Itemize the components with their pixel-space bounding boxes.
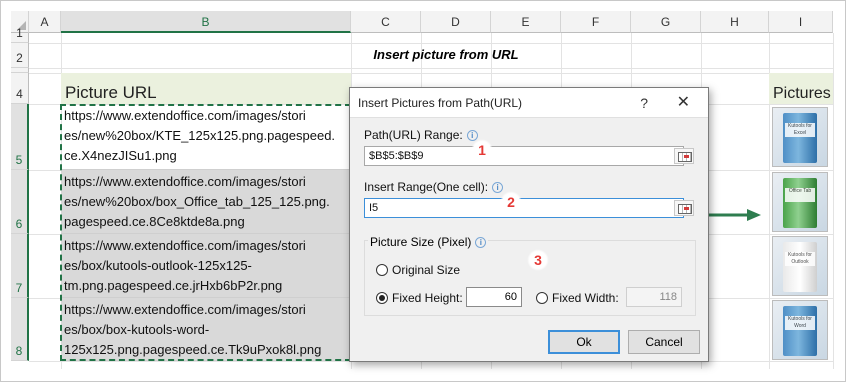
path-range-label-text: Path(URL) Range:	[364, 128, 463, 142]
close-button[interactable]: ✕	[677, 88, 690, 118]
fixed-width-input[interactable]: 118	[626, 287, 682, 307]
column-header-g[interactable]: G	[631, 11, 701, 33]
url-line: 125x125.png.pagespeed.ce.Tk9uPxok8l.png	[64, 342, 322, 357]
product-label: Kutools for Outlook	[785, 252, 815, 266]
row-header-7[interactable]: 7	[11, 234, 29, 298]
gridline	[29, 68, 833, 69]
url-cell-b6[interactable]: https://www.extendoffice.com/images/stor…	[61, 170, 350, 234]
url-line: es/new%20box/KTE_125x125.png.pagespeed.	[64, 128, 336, 143]
info-icon[interactable]: i	[475, 237, 487, 248]
original-size-label[interactable]: Original Size	[392, 263, 460, 277]
path-range-label: Path(URL) Range: i	[364, 128, 478, 142]
product-box-image: Kutools for Excel	[783, 113, 817, 163]
info-icon[interactable]: i	[492, 182, 504, 193]
url-cell-b5[interactable]: https://www.extendoffice.com/images/stor…	[61, 104, 350, 170]
fixed-width-label[interactable]: Fixed Width:	[552, 291, 619, 305]
url-line: https://www.extendoffice.com/images/stor…	[64, 108, 306, 123]
column-header-h[interactable]: H	[701, 11, 769, 33]
picture-kutools-word[interactable]: Kutools for Word	[772, 300, 828, 360]
url-line: https://www.extendoffice.com/images/stor…	[64, 302, 306, 317]
arrow-right-icon	[709, 209, 761, 221]
product-label: Kutools for Excel	[785, 123, 815, 137]
cancel-button[interactable]: Cancel	[628, 330, 700, 354]
dialog-titlebar[interactable]: Insert Pictures from Path(URL) ? ✕	[350, 88, 708, 118]
url-line: https://www.extendoffice.com/images/stor…	[64, 174, 306, 189]
picture-size-label-text: Picture Size (Pixel)	[370, 235, 472, 249]
product-label: Office Tab	[785, 188, 815, 202]
sheet-title: Insert picture from URL	[373, 47, 519, 62]
step-badge-1: 1	[471, 139, 493, 161]
help-button[interactable]: ?	[640, 88, 648, 118]
product-box-image: Kutools for Outlook	[783, 242, 817, 292]
column-header-f[interactable]: F	[561, 11, 631, 33]
picture-office-tab[interactable]: Office Tab	[772, 172, 828, 232]
url-line: es/new%20box/box_Office_tab_125_125.png.	[64, 194, 330, 209]
row-header-4[interactable]: 4	[11, 73, 29, 104]
fixed-height-radio[interactable]	[376, 292, 388, 304]
spreadsheet: A B C D E F G H I 1 2 3 4 5 6 7 8 Insert…	[0, 0, 846, 382]
pictures-header[interactable]: Pictures	[769, 73, 833, 104]
original-size-radio[interactable]	[376, 264, 388, 276]
ok-button[interactable]: Ok	[548, 330, 620, 354]
product-label: Kutools for Word	[785, 316, 815, 330]
insert-range-label: Insert Range(One cell): i	[364, 180, 504, 194]
column-header-e[interactable]: E	[491, 11, 561, 33]
column-header-i[interactable]: I	[769, 11, 833, 33]
range-select-icon[interactable]	[674, 148, 694, 164]
fixed-width-radio[interactable]	[536, 292, 548, 304]
step-badge-2: 2	[500, 191, 522, 213]
insert-range-label-text: Insert Range(One cell):	[364, 180, 489, 194]
gridline	[29, 43, 833, 44]
url-line: ce.X4nezJISu1.png	[64, 148, 177, 163]
url-cell-b8[interactable]: https://www.extendoffice.com/images/stor…	[61, 298, 350, 361]
picture-kutools-excel[interactable]: Kutools for Excel	[772, 107, 828, 167]
row-header-2[interactable]: 2	[11, 43, 29, 68]
url-line: tm.png.pagespeed.ce.jrHxb6bP2r.png	[64, 278, 283, 293]
insert-pictures-dialog: Insert Pictures from Path(URL) ? ✕ Path(…	[349, 87, 709, 362]
fixed-height-label[interactable]: Fixed Height:	[392, 291, 463, 305]
product-box-image: Kutools for Word	[783, 306, 817, 356]
insert-range-input[interactable]: I5	[364, 198, 684, 218]
product-box-image: Office Tab	[783, 178, 817, 228]
column-header-a[interactable]: A	[29, 11, 61, 33]
picture-size-label: Picture Size (Pixel) i	[368, 235, 489, 249]
range-select-icon[interactable]	[674, 200, 694, 216]
url-line: es/box/box-kutools-word-	[64, 322, 210, 337]
row-header-6[interactable]: 6	[11, 170, 29, 234]
gridline	[833, 33, 834, 369]
step-badge-3: 3	[527, 249, 549, 271]
row-header-1[interactable]: 1	[11, 26, 29, 43]
column-header-d[interactable]: D	[421, 11, 491, 33]
picture-url-header[interactable]: Picture URL	[61, 73, 351, 104]
fixed-height-input[interactable]: 60	[466, 287, 522, 307]
url-cell-b7[interactable]: https://www.extendoffice.com/images/stor…	[61, 234, 350, 298]
row-header-8[interactable]: 8	[11, 298, 29, 361]
column-header-b[interactable]: B	[61, 11, 351, 33]
url-line: pagespeed.ce.8Ce8ktde8a.png	[64, 214, 245, 229]
picture-kutools-outlook[interactable]: Kutools for Outlook	[772, 236, 828, 296]
path-range-input[interactable]: $B$5:$B$9	[364, 146, 684, 166]
url-line: es/box/kutools-outlook-125x125-	[64, 258, 252, 273]
dialog-title: Insert Pictures from Path(URL)	[358, 96, 523, 110]
url-line: https://www.extendoffice.com/images/stor…	[64, 238, 306, 253]
row-header-5[interactable]: 5	[11, 104, 29, 170]
column-header-c[interactable]: C	[351, 11, 421, 33]
